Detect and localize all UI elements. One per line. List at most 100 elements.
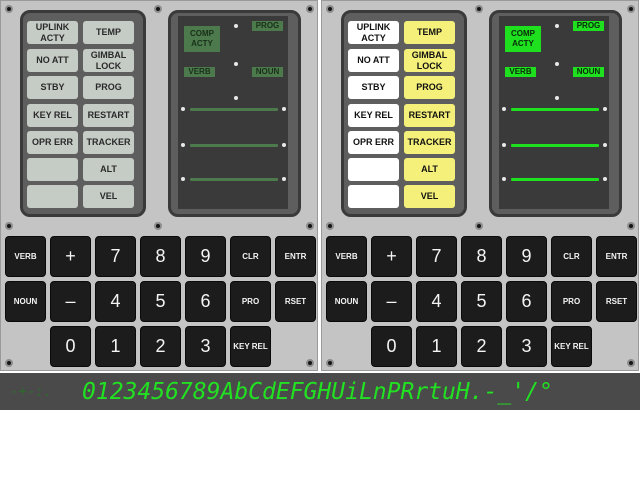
segment-glyph-strip: -+-:. 0123456789AbCdEFGHUiLnPRrtuH.-_'/°	[0, 373, 640, 410]
lamp-alt: ALT	[83, 158, 134, 181]
key-rel-key[interactable]: KEY REL	[551, 326, 592, 367]
key-2[interactable]: 2	[140, 326, 181, 367]
lamp-stby: STBY	[27, 76, 78, 99]
indicator-dot	[502, 177, 506, 181]
rset-key[interactable]: RSET	[275, 281, 316, 322]
key-7[interactable]: 7	[416, 236, 457, 277]
register-3-bar	[511, 178, 599, 181]
lamp-key-rel: KEY REL	[27, 104, 78, 127]
indicator-dot	[234, 24, 238, 28]
lamp-gimbal-lock: GIMBAL LOCK	[404, 49, 455, 72]
left-dsky: UPLINK ACTY TEMP NO ATT GIMBAL LOCK STBY…	[0, 0, 318, 371]
key-1[interactable]: 1	[95, 326, 136, 367]
key-3[interactable]: 3	[185, 326, 226, 367]
screw-icon	[154, 5, 162, 13]
key-0[interactable]: 0	[371, 326, 412, 367]
screw-icon	[627, 5, 635, 13]
comp-acty-indicator: COMP ACTY	[184, 26, 220, 52]
indicator-dot	[603, 107, 607, 111]
noun-label: NOUN	[573, 67, 604, 77]
lamp-no-att: NO ATT	[348, 49, 399, 72]
indicator-dot	[603, 177, 607, 181]
key-rel-key[interactable]: KEY REL	[230, 326, 271, 367]
key-8[interactable]: 8	[461, 236, 502, 277]
indicator-dot	[603, 143, 607, 147]
display-panel: COMP ACTY PROG VERB NOUN	[168, 10, 301, 217]
lamp-no-att: NO ATT	[27, 49, 78, 72]
caution-lamp-panel: UPLINK ACTY TEMP NO ATT GIMBAL LOCK STBY…	[341, 10, 467, 217]
indicator-dot	[555, 62, 559, 66]
clr-key[interactable]: CLR	[230, 236, 271, 277]
lamp-opr-err: OPR ERR	[27, 131, 78, 154]
minus-key[interactable]: –	[50, 281, 91, 322]
verb-key[interactable]: VERB	[5, 236, 46, 277]
lamp-temp: TEMP	[83, 21, 134, 44]
key-9[interactable]: 9	[185, 236, 226, 277]
rset-key[interactable]: RSET	[596, 281, 637, 322]
lamp-blank	[348, 158, 399, 181]
minus-key[interactable]: –	[371, 281, 412, 322]
plus-key[interactable]: +	[371, 236, 412, 277]
prog-label: PROG	[573, 21, 604, 31]
lamp-tracker: TRACKER	[83, 131, 134, 154]
entr-key[interactable]: ENTR	[596, 236, 637, 277]
indicator-dot	[234, 62, 238, 66]
screw-icon	[306, 359, 314, 367]
lamp-stby: STBY	[348, 76, 399, 99]
key-7[interactable]: 7	[95, 236, 136, 277]
lamp-vel: VEL	[83, 185, 134, 208]
key-4[interactable]: 4	[416, 281, 457, 322]
screw-icon	[154, 222, 162, 230]
indicator-dot	[234, 96, 238, 100]
entr-key[interactable]: ENTR	[275, 236, 316, 277]
key-8[interactable]: 8	[140, 236, 181, 277]
lamp-restart: RESTART	[404, 104, 455, 127]
screw-icon	[475, 5, 483, 13]
verb-label: VERB	[505, 67, 536, 77]
key-4[interactable]: 4	[95, 281, 136, 322]
key-0[interactable]: 0	[50, 326, 91, 367]
comp-acty-indicator: COMP ACTY	[505, 26, 541, 52]
prog-label: PROG	[252, 21, 283, 31]
clr-key[interactable]: CLR	[551, 236, 592, 277]
lamp-prog: PROG	[83, 76, 134, 99]
lamp-opr-err: OPR ERR	[348, 131, 399, 154]
key-2[interactable]: 2	[461, 326, 502, 367]
indicator-dot	[181, 107, 185, 111]
register-3-bar	[190, 178, 278, 181]
pro-key[interactable]: PRO	[551, 281, 592, 322]
display-screen: COMP ACTY PROG VERB NOUN	[499, 16, 609, 209]
screw-icon	[326, 5, 334, 13]
register-1-bar	[190, 108, 278, 111]
indicator-dot	[502, 143, 506, 147]
screw-icon	[5, 222, 13, 230]
lamp-key-rel: KEY REL	[348, 104, 399, 127]
lamp-temp: TEMP	[404, 21, 455, 44]
noun-key[interactable]: NOUN	[5, 281, 46, 322]
key-6[interactable]: 6	[506, 281, 547, 322]
key-6[interactable]: 6	[185, 281, 226, 322]
lamp-blank	[348, 185, 399, 208]
screw-icon	[306, 5, 314, 13]
key-1[interactable]: 1	[416, 326, 457, 367]
key-5[interactable]: 5	[461, 281, 502, 322]
verb-key[interactable]: VERB	[326, 236, 367, 277]
screw-icon	[326, 359, 334, 367]
indicator-dot	[555, 24, 559, 28]
key-3[interactable]: 3	[506, 326, 547, 367]
screw-icon	[5, 359, 13, 367]
indicator-dot	[181, 143, 185, 147]
plus-key[interactable]: +	[50, 236, 91, 277]
lamp-gimbal-lock: GIMBAL LOCK	[83, 49, 134, 72]
noun-key[interactable]: NOUN	[326, 281, 367, 322]
indicator-dot	[555, 96, 559, 100]
pro-key[interactable]: PRO	[230, 281, 271, 322]
indicator-dot	[181, 177, 185, 181]
lamp-uplink-acty: UPLINK ACTY	[27, 21, 78, 44]
segment-character-set: 0123456789AbCdEFGHUiLnPRrtuH.-_'/°	[82, 379, 553, 405]
indicator-dot	[502, 107, 506, 111]
lamp-blank	[27, 158, 78, 181]
key-9[interactable]: 9	[506, 236, 547, 277]
key-5[interactable]: 5	[140, 281, 181, 322]
indicator-dot	[282, 143, 286, 147]
